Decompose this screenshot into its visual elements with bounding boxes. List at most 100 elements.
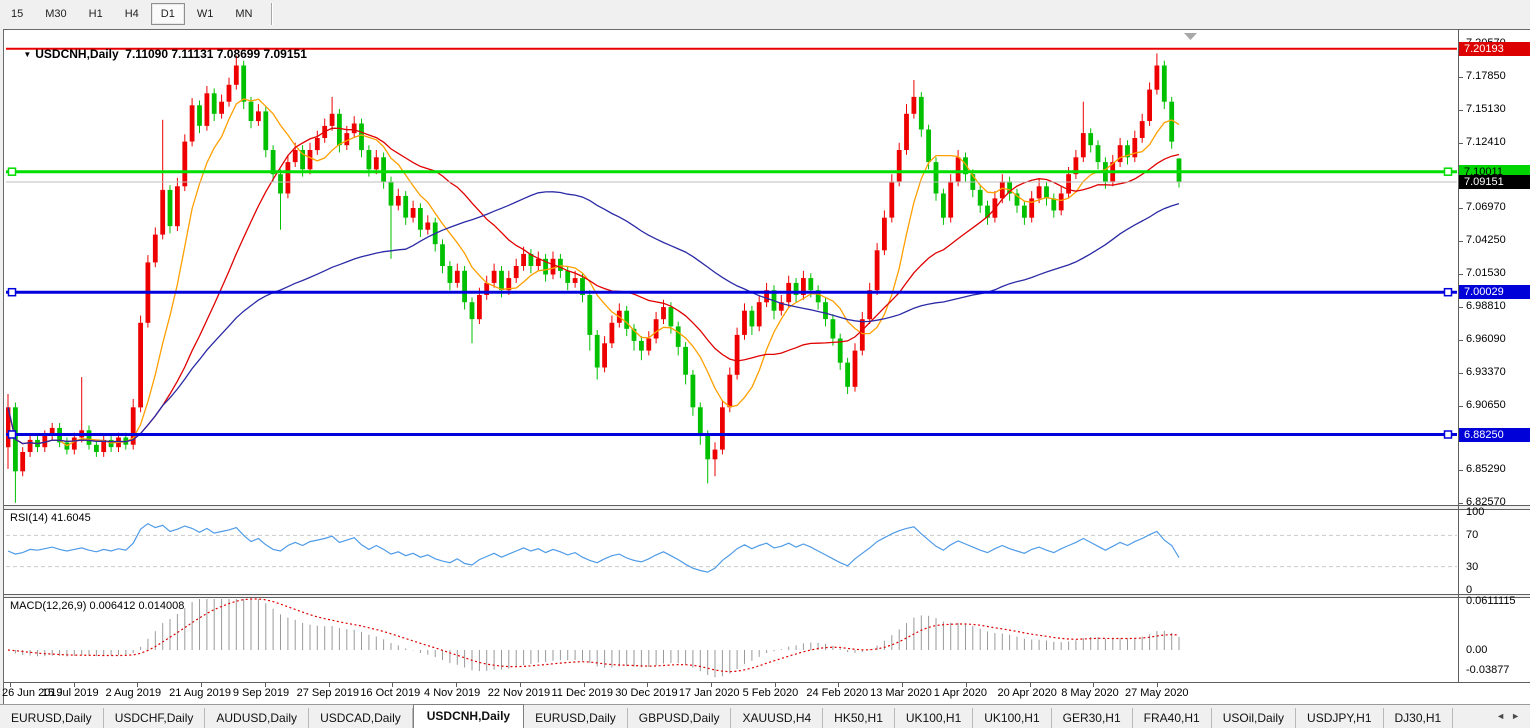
tab-scroll-left-icon[interactable]: ◄	[1496, 711, 1511, 721]
date-axis-label: 1 Apr 2020	[934, 687, 987, 699]
price-axis-label: 7.17850	[1466, 70, 1506, 82]
rsi-axis-label: 70	[1466, 529, 1478, 541]
price-axis-label: 6.93370	[1466, 366, 1506, 378]
price-axis-label: 7.06970	[1466, 201, 1506, 213]
timeframe-toolbar: 15M30H1H4D1W1MN	[0, 0, 1530, 28]
price-axis-label: 6.96090	[1466, 333, 1506, 345]
hline-handle[interactable]	[1445, 289, 1452, 296]
symbol-tab-HK50H1[interactable]: HK50,H1	[823, 708, 895, 728]
date-axis-label: 15 Jul 2019	[42, 687, 99, 699]
price-badge-7.00029: 7.00029	[1459, 285, 1530, 299]
macd-pane[interactable]	[6, 598, 1457, 681]
date-axis-label: 2 Aug 2019	[105, 687, 161, 699]
price-axis-tick	[1458, 307, 1463, 308]
trading-terminal-window: 15M30H1H4D1W1MN ▼ USDCNH,Daily 7.11090 7.…	[0, 0, 1530, 728]
price-axis-label: 6.90650	[1466, 399, 1506, 411]
chart-tab-bar: EURUSD,DailyUSDCHF,DailyAUDUSD,DailyUSDC…	[0, 704, 1530, 728]
symbol-tab-EURUSDDaily[interactable]: EURUSD,Daily	[524, 708, 628, 728]
hline-handle[interactable]	[1445, 431, 1452, 438]
date-axis-label: 27 Sep 2019	[297, 687, 359, 699]
date-axis-label: 27 May 2020	[1125, 687, 1189, 699]
price-axis-tick	[1458, 241, 1463, 242]
macd-axis-label: 0.0611115	[1466, 595, 1516, 607]
tab-scroll-arrows: ◄►	[1496, 711, 1526, 721]
symbol-tab-USDJPYH1[interactable]: USDJPY,H1	[1296, 708, 1383, 728]
rsi-pane[interactable]	[6, 510, 1457, 593]
date-axis-label: 24 Feb 2020	[806, 687, 868, 699]
price-axis-tick	[1458, 406, 1463, 407]
symbol-tab-USDCADDaily[interactable]: USDCAD,Daily	[309, 708, 413, 728]
macd-axis-label: -0.03877	[1466, 664, 1509, 676]
toolbar-separator	[271, 3, 273, 25]
date-axis-label: 8 May 2020	[1061, 687, 1118, 699]
price-axis-label: 7.01530	[1466, 267, 1506, 279]
timeframe-button-MN[interactable]: MN	[225, 3, 262, 25]
ohlc-high: 7.11131	[171, 47, 213, 61]
date-axis-label: 4 Nov 2019	[424, 687, 480, 699]
price-axis-label: 6.85290	[1466, 463, 1506, 475]
timeframe-button-W1[interactable]: W1	[187, 3, 224, 25]
main-price-pane[interactable]	[6, 31, 1457, 505]
price-badge-7.09151: 7.09151	[1459, 175, 1530, 189]
symbol-tab-FRA40H1[interactable]: FRA40,H1	[1133, 708, 1212, 728]
price-axis-label: 7.12410	[1466, 136, 1506, 148]
macd-axis-label: 0.00	[1466, 644, 1487, 656]
rsi-line	[8, 524, 1179, 572]
ohlc-open: 7.11090	[125, 47, 168, 61]
ohlc-close: 7.09151	[264, 47, 307, 61]
chevron-down-icon[interactable]: ▼	[23, 50, 31, 59]
symbol-tab-AUDUSDDaily[interactable]: AUDUSD,Daily	[205, 708, 309, 728]
ohlc-low: 7.08699	[217, 47, 260, 61]
date-axis-label: 22 Nov 2019	[488, 687, 550, 699]
date-axis-label: 13 Mar 2020	[870, 687, 932, 699]
price-axis-tick	[1458, 110, 1463, 111]
symbol-tab-UK100H1[interactable]: UK100,H1	[895, 708, 973, 728]
date-axis-label: 21 Aug 2019	[169, 687, 231, 699]
chart-ohlc-header: ▼ USDCNH,Daily 7.11090 7.11131 7.08699 7.…	[10, 33, 307, 75]
timeframe-button-15[interactable]: 15	[1, 3, 33, 25]
symbol-tab-UK100H1[interactable]: UK100,H1	[973, 708, 1051, 728]
chart-shift-marker-icon[interactable]	[1184, 33, 1197, 40]
symbol-tab-USDCHFDaily[interactable]: USDCHF,Daily	[104, 708, 206, 728]
price-badge-6.88250: 6.88250	[1459, 428, 1530, 442]
date-axis-label: 30 Dec 2019	[615, 687, 677, 699]
price-axis-tick	[1458, 340, 1463, 341]
timeframe-button-D1[interactable]: D1	[151, 3, 185, 25]
date-axis-label: 17 Jan 2020	[679, 687, 740, 699]
symbol-tab-XAUUSDH4[interactable]: XAUUSD,H4	[731, 708, 823, 728]
symbol-tab-GBPUSDDaily[interactable]: GBPUSD,Daily	[628, 708, 732, 728]
rsi-axis-label: 30	[1466, 561, 1478, 573]
tab-scroll-right-icon[interactable]: ►	[1511, 711, 1526, 721]
price-axis-tick	[1458, 77, 1463, 78]
macd-indicator-label: MACD(12,26,9) 0.006412 0.014008	[10, 600, 184, 612]
hline-handle[interactable]	[9, 289, 16, 296]
price-axis-tick	[1458, 274, 1463, 275]
moving-average-55	[8, 192, 1179, 444]
symbol-tab-EURUSDDaily[interactable]: EURUSD,Daily	[0, 708, 104, 728]
symbol-tab-GER30H1[interactable]: GER30,H1	[1052, 708, 1133, 728]
chart-symbol-label: USDCNH,Daily	[35, 47, 118, 61]
symbol-tab-DJ30H1[interactable]: DJ30,H1	[1384, 708, 1454, 728]
date-axis-label: 20 Apr 2020	[998, 687, 1057, 699]
date-axis-label: 9 Sep 2019	[233, 687, 289, 699]
timeframe-button-H1[interactable]: H1	[79, 3, 113, 25]
date-axis-label: 5 Feb 2020	[743, 687, 799, 699]
timeframe-button-H4[interactable]: H4	[115, 3, 149, 25]
symbol-tab-USOilDaily[interactable]: USOil,Daily	[1212, 708, 1296, 728]
hline-handle[interactable]	[9, 431, 16, 438]
date-axis-label: 11 Dec 2019	[551, 687, 613, 699]
timeframe-button-M30[interactable]: M30	[35, 3, 76, 25]
symbol-tab-USDCNHDaily[interactable]: USDCNH,Daily	[413, 704, 524, 728]
date-axis-separator	[4, 682, 1530, 683]
price-axis-tick	[1458, 470, 1463, 471]
price-axis-tick	[1458, 208, 1463, 209]
hline-handle[interactable]	[9, 168, 16, 175]
price-axis-tick	[1458, 503, 1463, 504]
rsi-indicator-label: RSI(14) 41.6045	[10, 512, 91, 524]
price-axis-tick	[1458, 373, 1463, 374]
price-axis-label: 7.04250	[1466, 234, 1506, 246]
date-axis-label: 16 Oct 2019	[360, 687, 420, 699]
price-axis-label: 6.98810	[1466, 300, 1506, 312]
price-badge-7.20193: 7.20193	[1459, 42, 1530, 56]
hline-handle[interactable]	[1445, 168, 1452, 175]
